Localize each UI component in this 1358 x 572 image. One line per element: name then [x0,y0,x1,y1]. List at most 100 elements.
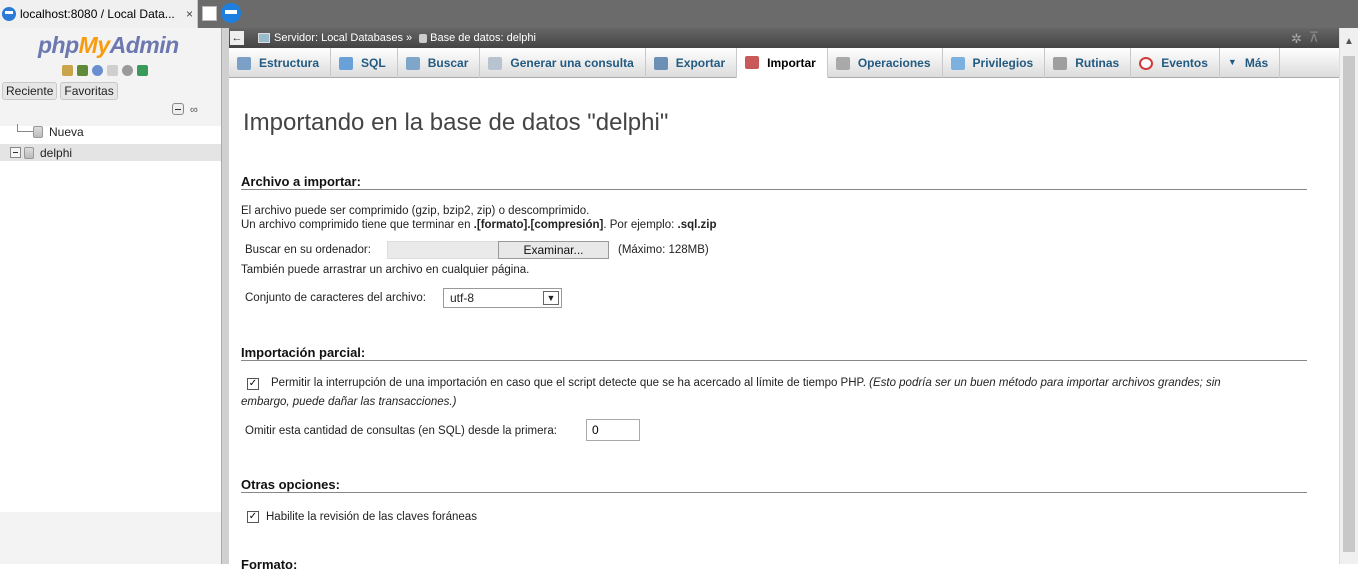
tab-label: Eventos [1161,56,1208,70]
browser-tab-strip: localhost:8080 / Local Data... × [0,0,1358,28]
back-arrow-icon[interactable]: ← [230,31,244,45]
max-upload-size: (Máximo: 128MB) [618,244,709,256]
tree-item-label: Nueva [49,124,84,139]
format-heading: Formato: [241,557,298,572]
compression-example: Un archivo comprimido tiene que terminar… [241,219,717,231]
sidebar-resize-handle[interactable] [221,28,229,564]
other-options-heading: Otras opciones: [241,477,340,492]
section-divider [241,189,1307,190]
partial-import-heading: Importación parcial: [241,345,366,360]
drag-hint: También puede arrastrar un archivo en cu… [241,264,530,276]
new-tab-icon[interactable] [202,6,217,21]
tab-label: Buscar [427,56,469,70]
skip-queries-label: Omitir esta cantidad de consultas (en SQ… [245,425,557,437]
breadcrumb-server[interactable]: Servidor: Local Databases [274,32,403,44]
allow-interrupt-label: Permitir la interrupción de una importac… [271,377,1221,389]
allow-interrupt-checkbox[interactable]: ✓ [247,378,259,390]
dropdown-icon: ▼ [1227,56,1237,67]
recent-tab[interactable]: Reciente [2,82,58,100]
server-icon [258,33,270,43]
reload-icon[interactable] [137,65,148,76]
charset-value: utf-8 [450,291,475,305]
foreign-key-checks-label: Habilite la revisión de las claves forán… [266,511,477,523]
database-menu-tabs: Estructura SQL Buscar Generar una consulta E… [229,48,1339,78]
docs-icon[interactable] [107,65,118,76]
tab-label: Más [1244,56,1269,70]
tab-sql[interactable]: SQL [331,48,398,78]
browser-tab-title: localhost:8080 / Local Data... [20,7,175,21]
import-page: Importando en la base de datos "delphi" … [229,79,1339,572]
page-title: Importando en la base de datos "delphi" [243,109,669,136]
tab-privileges[interactable]: Privilegios [943,48,1046,78]
scroll-up-icon[interactable]: ▲ [1344,36,1354,47]
tab-search[interactable]: Buscar [398,48,481,78]
privileges-icon [950,56,965,70]
skip-queries-input[interactable] [586,419,640,441]
page-scrollbar[interactable]: ▲ [1339,28,1358,564]
home-icon[interactable] [62,65,73,76]
gear-icon[interactable] [122,65,133,76]
ie-logo-icon [221,3,241,23]
tab-clock[interactable]: Eventos [1131,48,1220,78]
collapse-all-icon[interactable] [172,103,184,115]
navigation-header: phpMyAdmin Reciente Favoritas ∞ [0,28,221,126]
tab-label: Privilegios [972,56,1034,70]
breadcrumb-separator: » [406,32,413,44]
tree-item-label: delphi [40,145,73,160]
tab-label: Rutinas [1075,56,1120,70]
database-icon [419,33,428,43]
breadcrumb: ← Servidor: Local Databases » Base de da… [229,28,1358,48]
phpmyadmin-logo[interactable]: phpMyAdmin [38,32,179,59]
navigation-icon-bar [62,65,148,76]
ie-favicon-icon [2,7,16,21]
charset-select[interactable]: utf-8 ▼ [443,288,562,308]
scroll-thumb[interactable] [1343,56,1355,552]
breadcrumb-database[interactable]: Base de datos: delphi [430,32,536,44]
sql-icon [339,56,354,70]
charset-label: Conjunto de caracteres del archivo: [245,292,426,304]
tab-import[interactable]: Importar [737,48,828,78]
export-icon [653,56,668,70]
tree-item-new[interactable]: Nueva [0,123,221,140]
tab-label: Estructura [259,56,320,70]
collapse-top-icon[interactable]: ⊼ [1309,29,1319,46]
tab-label: Importar [767,55,816,70]
new-database-icon [33,125,43,138]
compression-description: El archivo puede ser comprimido (gzip, b… [241,205,590,217]
close-tab-icon[interactable]: × [186,7,193,21]
tab-export[interactable]: Exportar [646,48,738,78]
browse-button[interactable]: Examinar... [498,241,609,259]
database-icon [24,146,34,159]
tree-connector [17,123,33,132]
tab-query[interactable]: Generar una consulta [480,48,646,78]
tab-wrench[interactable]: Operaciones [828,48,943,78]
tab-label: SQL [361,56,386,70]
import-icon [745,56,760,69]
tab-label: Operaciones [857,56,931,70]
tab-label: Exportar [675,56,726,70]
foreign-key-checks-checkbox[interactable]: ✓ [247,511,259,523]
recent-favorites-tabs: Reciente Favoritas [2,82,118,100]
allow-interrupt-note: embargo, puede dañar las transacciones.) [241,396,457,408]
favorites-tab[interactable]: Favoritas [60,82,118,100]
browser-tab[interactable]: localhost:8080 / Local Data... × [0,0,198,28]
tab-dropdown[interactable]: ▼ Más [1220,48,1281,78]
tree-item-delphi[interactable]: delphi [0,144,221,161]
tab-label: Generar una consulta [510,56,634,70]
link-icon[interactable]: ∞ [190,104,198,116]
clock-icon [1139,56,1154,70]
structure-icon [237,56,251,70]
chevron-down-icon: ▼ [543,291,559,305]
tab-routines[interactable]: Rutinas [1045,48,1132,78]
browse-label: Buscar en su ordenador: [245,244,371,256]
routines-icon [1053,56,1068,70]
search-icon [405,56,420,70]
help-icon[interactable] [92,65,103,76]
section-divider [241,492,1307,493]
tab-structure[interactable]: Estructura [229,48,332,78]
settings-gear-icon[interactable]: ✲ [1291,31,1302,47]
collapse-icon[interactable] [10,147,21,158]
navigation-panel: phpMyAdmin Reciente Favoritas ∞ Nueva de… [0,28,221,564]
exit-icon[interactable] [77,65,88,76]
wrench-icon [835,56,850,70]
